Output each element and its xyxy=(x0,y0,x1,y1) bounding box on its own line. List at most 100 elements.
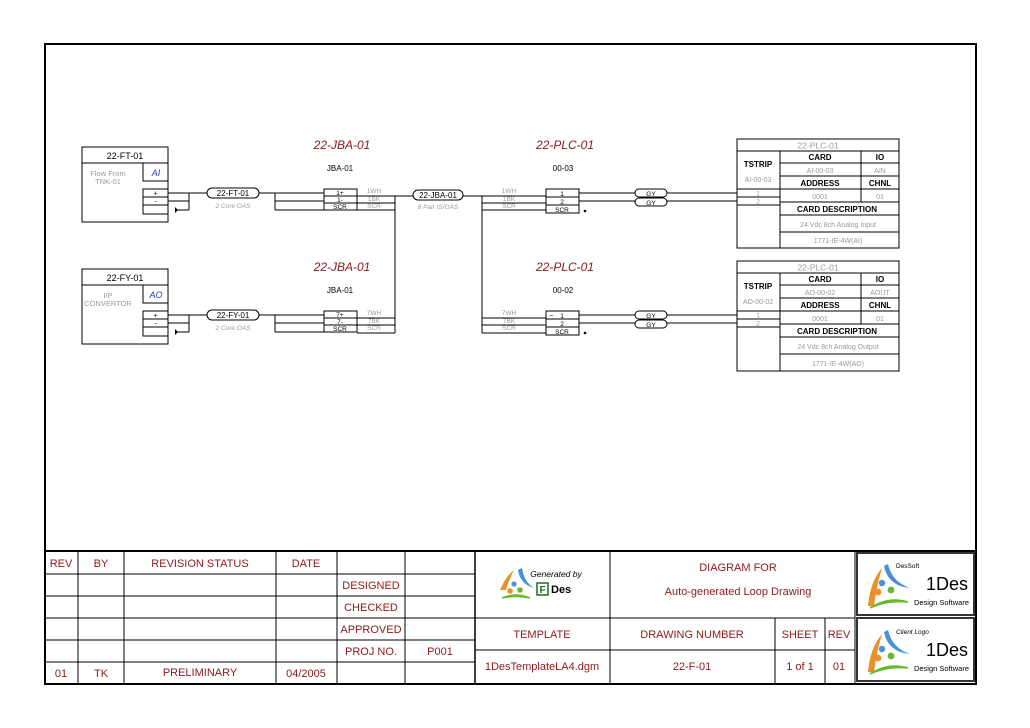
plc-terminal: SCR xyxy=(555,329,569,336)
tstrip-terminal: 2 xyxy=(756,321,760,328)
device-terminal-minus: - xyxy=(154,199,157,206)
proj-no-label: PROJ NO. xyxy=(345,646,397,658)
plc-terminal: SCR xyxy=(555,207,569,214)
rev-value: 01 xyxy=(833,661,845,673)
tstrip-label: TSTRIP xyxy=(744,282,773,291)
card-value: AI-00-03 xyxy=(807,168,834,175)
wire-color: GY xyxy=(646,200,656,207)
card-label: CARD xyxy=(808,153,831,162)
field-device-22-FY-01[interactable]: 22-FY-01 I/P CONVERTOR AO + - xyxy=(81,268,169,345)
plc-core-in: SCR xyxy=(502,325,516,332)
junction-box-22-JBA-01[interactable]: 22-JBA-01 JBA-01 7+ 7- SCR 7WH 7BK SCR xyxy=(308,260,395,334)
plc-core-in: 1WH xyxy=(502,188,517,195)
wire-color: GY xyxy=(646,322,656,329)
plc-terminal: 1 xyxy=(560,313,564,320)
field-cable-tag: 22-FY-01 xyxy=(217,311,250,320)
io-value: AIN xyxy=(874,168,886,175)
io-label: IO xyxy=(876,275,884,284)
tstrip-terminal: 2 xyxy=(756,199,760,206)
plc-terminal: 1 xyxy=(560,191,564,198)
wire-color: GY xyxy=(646,191,656,198)
card-description-value: 24 Vdc 8ch Analog Input xyxy=(800,222,876,229)
jb-core-out: 1WH xyxy=(367,188,382,195)
jb-terminal: SCR xyxy=(333,204,347,211)
sheet-label: SHEET xyxy=(782,629,819,641)
chnl-value: 01 xyxy=(876,194,884,201)
jb-core-out: SCR xyxy=(367,325,381,332)
revision-rev: 01 xyxy=(55,668,67,680)
card-label: CARD xyxy=(808,275,831,284)
card-value: AO-00-02 xyxy=(805,290,835,297)
drawing-number-label: DRAWING NUMBER xyxy=(640,629,744,641)
multipair-cable-22-JBA-01[interactable]: 22-JBA-01 8 Pair IS/OAS xyxy=(394,189,483,333)
revision-status: PRELIMINARY xyxy=(163,667,238,679)
date-header: DATE xyxy=(292,558,321,570)
rev-label: REV xyxy=(828,629,851,641)
device-io-type: AI xyxy=(151,168,161,178)
card-description-label: CARD DESCRIPTION xyxy=(797,205,877,214)
client-logo-brand: 1Des xyxy=(926,640,968,660)
company-logo-tagline: Design Software xyxy=(914,598,969,607)
plc-terminal: 2 xyxy=(560,321,564,328)
io-card-block[interactable]: 22-PLC-01 TSTRIP AO-00-02 1 2 CARD IO AO… xyxy=(736,260,900,372)
rev-header: REV xyxy=(50,558,73,570)
jb-terminal: 1+ xyxy=(336,190,344,197)
company-logo: DesSoft 1Des Design Software xyxy=(856,552,975,616)
tstrip-value: AI-00-03 xyxy=(745,177,772,184)
device-terminal-minus: - xyxy=(154,321,157,328)
plc-marshalling-00-02[interactable]: 22-PLC-01 00-02 7WH 7BK SCR ~ 1 2 SCR GY… xyxy=(482,260,737,336)
revision-status-header: REVISION STATUS xyxy=(151,558,248,570)
card-block-title: 22-PLC-01 xyxy=(797,263,838,273)
device-description-line2: CONVERTOR xyxy=(84,299,132,308)
logo-swoosh-orange xyxy=(500,570,514,590)
jb-terminal: SCR xyxy=(333,326,347,333)
plc-name: 00-02 xyxy=(553,286,574,295)
device-terminal-plus: + xyxy=(153,191,157,198)
ground-dot xyxy=(583,331,587,335)
diagram-title: Auto-generated Loop Drawing xyxy=(665,586,812,598)
client-logo: Client Logo 1Des Design Software xyxy=(856,617,975,682)
plc-core-in: 7BK xyxy=(503,318,516,325)
loop-drawing-sheet: 22-FT-01 Flow From TNK-01 AI + - 22-FT-0… xyxy=(44,43,977,685)
field-device-22-FT-01[interactable]: 22-FT-01 Flow From TNK-01 AI + - xyxy=(81,146,169,223)
multipair-cable-type: 8 Pair IS/OAS xyxy=(418,204,459,211)
plc-name: 00-03 xyxy=(553,164,574,173)
plc-core-in: 7WH xyxy=(502,310,517,317)
revision-row: 01 TK PRELIMINARY 04/2005 xyxy=(55,667,326,680)
generated-by-label: Generated by xyxy=(530,569,582,579)
field-cable-22-FY-01[interactable]: 22-FY-01 2 Core OAS xyxy=(168,309,308,335)
field-cable-tag: 22-FT-01 xyxy=(217,189,250,198)
card-description-value: 24 Vdc 8ch Analog Output xyxy=(797,344,878,351)
device-tag: 22-FT-01 xyxy=(107,151,144,161)
plc-title: 22-PLC-01 xyxy=(535,260,594,274)
jb-terminal: 7+ xyxy=(336,312,344,319)
tstrip-terminal: 1 xyxy=(756,313,760,320)
company-logo-caption: DesSoft xyxy=(896,563,919,570)
io-value: AOUT xyxy=(870,290,890,297)
multipair-cable-tag: 22-JBA-01 xyxy=(419,191,457,200)
io-card-block[interactable]: 22-PLC-01 TSTRIP AI-00-03 1 2 CARD IO AI… xyxy=(736,138,900,249)
card-description-label: CARD DESCRIPTION xyxy=(797,327,877,336)
generator-logo: Generated by F Des xyxy=(500,568,582,599)
tstrip-label: TSTRIP xyxy=(744,160,773,169)
revision-date: 04/2005 xyxy=(286,668,326,680)
jb-name: JBA-01 xyxy=(327,286,354,295)
by-header: BY xyxy=(94,558,109,570)
device-tag: 22-FY-01 xyxy=(107,273,144,283)
proj-no-value: P001 xyxy=(427,646,453,658)
sheet-value: 1 of 1 xyxy=(786,661,814,673)
plc-marshalling-00-03[interactable]: 22-PLC-01 00-03 1WH 1BK SCR 1 2 SCR GY G… xyxy=(482,138,737,214)
chnl-label: CHNL xyxy=(869,301,891,310)
plc-prefix-symbol: ~ xyxy=(549,313,553,320)
checked-label: CHECKED xyxy=(344,602,398,614)
junction-box-22-JBA-01[interactable]: 22-JBA-01 JBA-01 1+ 1- SCR 1WH 1BK SCR xyxy=(308,138,395,211)
field-cable-22-FT-01[interactable]: 22-FT-01 2 Core OAS xyxy=(168,187,308,213)
jb-terminal: 7- xyxy=(337,319,343,326)
field-cable-type: 2 Core OAS xyxy=(214,203,251,210)
jb-title: 22-JBA-01 xyxy=(313,138,371,152)
jb-core-out: 7WH xyxy=(367,310,382,317)
title-block: REV BY REVISION STATUS DATE 01 TK PRELIM… xyxy=(45,550,976,684)
device-terminal-plus: + xyxy=(153,313,157,320)
revision-by: TK xyxy=(94,668,109,680)
wire-color: GY xyxy=(646,313,656,320)
